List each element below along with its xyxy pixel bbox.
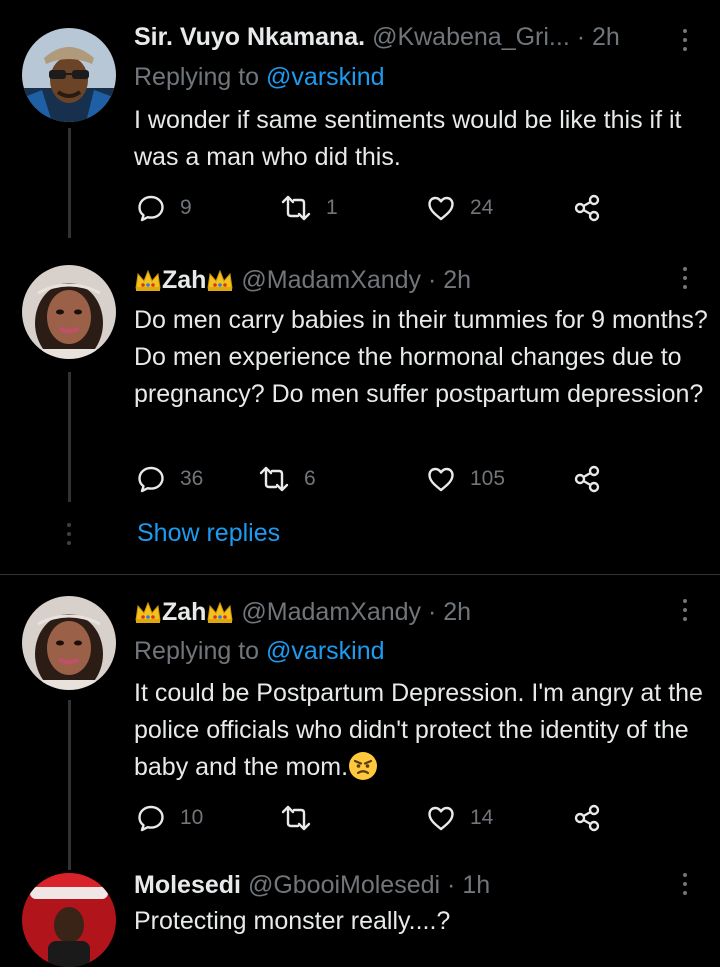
tweet-actions: 9 1 24 [134, 192, 614, 224]
reply-count: 9 [180, 196, 192, 219]
tweet-header: Molesedi @GbooiMolesedi · 1h [134, 870, 490, 900]
like-button[interactable]: 105 [426, 463, 505, 495]
author-handle[interactable]: @GbooiMolesedi [248, 871, 440, 899]
retweet-button[interactable]: 6 [258, 463, 316, 495]
timestamp[interactable]: 2h [592, 23, 620, 51]
tweet[interactable]: Zah @MadamXandy · 2h Do men carry babies… [0, 250, 720, 574]
share-button[interactable] [572, 802, 602, 834]
tweet-text-container: It could be Postpartum Depression. I'm a… [134, 675, 710, 786]
separator-dot: · [576, 23, 586, 51]
replying-to: Replying to @varskind [134, 62, 385, 92]
separator-dot: · [428, 598, 437, 626]
like-button[interactable]: 14 [426, 802, 493, 834]
thread-continuation-dots [66, 523, 72, 545]
avatar[interactable] [22, 873, 116, 967]
tweet[interactable]: Zah @MadamXandy · 2h Replying to @varski… [0, 575, 720, 865]
tweet[interactable]: Molesedi @GbooiMolesedi · 1h Protecting … [0, 865, 720, 967]
reply-button[interactable]: 9 [136, 192, 192, 224]
crown-icon [135, 269, 161, 291]
avatar-image [22, 873, 116, 967]
share-button[interactable] [572, 192, 602, 224]
reply-button[interactable]: 10 [136, 802, 203, 834]
reply-count: 10 [180, 806, 204, 829]
share-icon [574, 465, 600, 493]
avatar[interactable] [22, 596, 116, 690]
tweet-actions: 10 14 [134, 802, 614, 834]
tweet[interactable]: Sir. Vuyo Nkamana. @Kwabena_Gri... · 2h … [0, 0, 720, 250]
tweet-header: Zah @MadamXandy · 2h [134, 597, 471, 627]
retweet-icon [259, 466, 289, 492]
more-options-icon[interactable] [678, 27, 692, 53]
mention-link[interactable]: @varskind [266, 637, 384, 665]
author-name[interactable]: Zah [162, 598, 206, 626]
retweet-count: 1 [326, 196, 338, 219]
mention-link[interactable]: @varskind [266, 63, 384, 91]
author-name[interactable]: Sir. Vuyo Nkamana. [134, 23, 365, 51]
reply-count: 36 [180, 467, 204, 490]
avatar-image [22, 28, 116, 122]
replying-to: Replying to @varskind [134, 636, 385, 666]
avatar[interactable] [22, 265, 116, 359]
reply-icon [138, 466, 164, 493]
tweet-text: I wonder if same sentiments would be lik… [134, 106, 682, 171]
author-handle[interactable]: @Kwabena_Gri... [372, 23, 570, 51]
angry-face-emoji-icon [349, 752, 378, 780]
share-icon [574, 194, 600, 222]
author-name[interactable]: Zah [162, 266, 206, 294]
author-handle[interactable]: @MadamXandy [241, 266, 421, 294]
avatar-image [22, 596, 116, 690]
crown-icon [207, 269, 234, 291]
replying-prefix: Replying to [134, 63, 267, 91]
share-icon [574, 804, 600, 832]
separator-dot: · [447, 871, 456, 899]
crown-icon [207, 601, 234, 623]
like-count: 24 [470, 196, 494, 219]
separator-dot: · [428, 266, 437, 294]
heart-icon [428, 806, 454, 831]
like-count: 14 [470, 806, 494, 829]
more-options-icon[interactable] [678, 265, 692, 291]
tweet-text: Do men carry babies in their tummies for… [134, 306, 708, 408]
timestamp[interactable]: 2h [443, 266, 471, 294]
show-replies-link[interactable]: Show replies [137, 518, 280, 548]
heart-icon [428, 467, 454, 492]
like-count: 105 [470, 467, 506, 490]
timestamp[interactable]: 1h [462, 871, 490, 899]
reply-button[interactable]: 36 [136, 463, 203, 495]
avatar-image [22, 265, 116, 359]
avatar[interactable] [22, 28, 116, 122]
retweet-button[interactable]: 1 [280, 192, 338, 224]
author-name[interactable]: Molesedi [134, 871, 241, 899]
retweet-button[interactable] [280, 802, 326, 834]
replying-prefix: Replying to [134, 637, 267, 665]
reply-icon [138, 805, 164, 832]
retweet-icon [281, 195, 311, 221]
crown-icon [135, 601, 161, 623]
retweet-icon [281, 805, 311, 831]
tweet-header: Zah @MadamXandy · 2h [134, 265, 471, 295]
share-button[interactable] [572, 463, 602, 495]
more-options-icon[interactable] [678, 597, 692, 623]
timestamp[interactable]: 2h [443, 598, 471, 626]
like-button[interactable]: 24 [426, 192, 493, 224]
retweet-count: 6 [304, 467, 316, 490]
heart-icon [428, 196, 454, 221]
tweet-text: Protecting monster really....? [134, 907, 451, 935]
more-options-icon[interactable] [678, 871, 692, 897]
tweet-header: Sir. Vuyo Nkamana. @Kwabena_Gri... · 2h [134, 22, 620, 52]
author-handle[interactable]: @MadamXandy [241, 598, 421, 626]
tweet-actions: 36 6 105 [134, 463, 614, 495]
reply-icon [138, 195, 164, 222]
tweet-text: It could be Postpartum Depression. I'm a… [134, 679, 703, 781]
